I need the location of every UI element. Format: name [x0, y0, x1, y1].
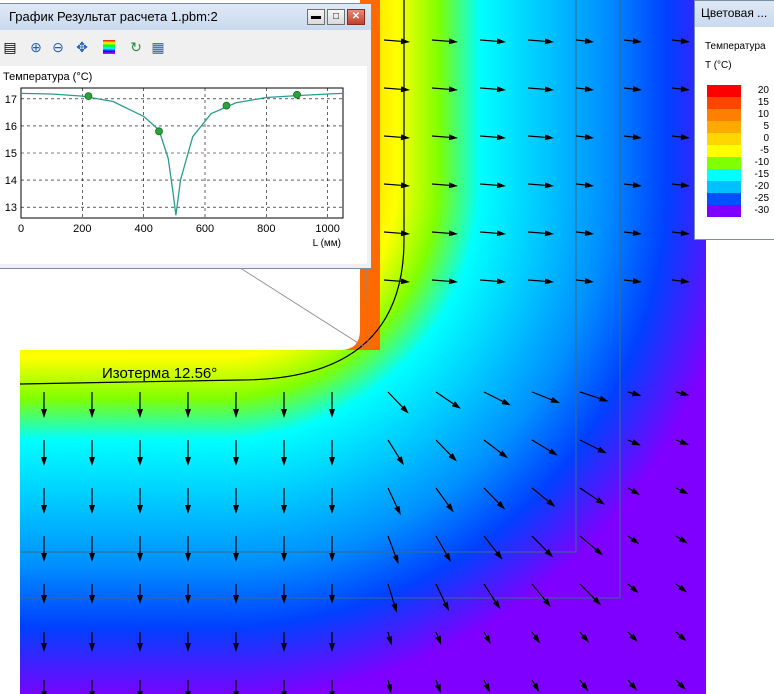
- legend-value: -25: [754, 193, 769, 204]
- legend-level: -15: [707, 169, 774, 181]
- x-tick-label: 1000: [315, 223, 339, 235]
- legend-quantity: Температура: [705, 41, 766, 52]
- legend-swatch: [707, 181, 741, 193]
- minimize-button[interactable]: ▬: [307, 9, 325, 25]
- data-point[interactable]: [222, 101, 231, 110]
- table-icon[interactable]: ▦: [149, 38, 167, 56]
- x-tick-label: 400: [134, 223, 152, 235]
- legend-title-bar[interactable]: Цветовая ...: [695, 1, 774, 27]
- legend-value: -5: [760, 145, 769, 156]
- legend-value: -20: [754, 181, 769, 192]
- legend-value: 10: [757, 109, 769, 120]
- x-axis-label: L (мм): [313, 238, 341, 249]
- legend-level: -10: [707, 157, 774, 169]
- refresh-icon[interactable]: ↻: [127, 38, 145, 56]
- graph-toolbar: ▤ ⊕ ⊖ ✥ ↻ ▦: [0, 30, 371, 66]
- legend-value: 15: [757, 97, 769, 108]
- legend-window[interactable]: Цветовая ... Температура T (°C) 20 15 10 5 0…: [694, 0, 774, 240]
- x-tick-label: 0: [18, 223, 24, 235]
- legend-swatch: [707, 169, 741, 181]
- data-point[interactable]: [293, 90, 301, 99]
- legend-swatch: [707, 133, 741, 145]
- sheet-icon[interactable]: ▤: [1, 38, 19, 56]
- zoom-in-icon[interactable]: ⊕: [27, 38, 45, 56]
- legend-swatch: [707, 109, 741, 121]
- zoom-out-icon[interactable]: ⊖: [49, 38, 67, 56]
- legend-unit: T (°C): [705, 60, 732, 71]
- legend-swatch: [707, 97, 741, 109]
- y-tick-label: 14: [5, 175, 17, 187]
- graph-window[interactable]: График Результат расчета 1.pbm:2 ▬ □ ✕ ▤…: [0, 3, 372, 269]
- x-tick-label: 200: [73, 223, 91, 235]
- legend-body: Температура T (°C) 20 15 10 5 0 -5 -10 -15 -20 -2…: [695, 27, 774, 239]
- legend-level: 15: [707, 97, 774, 109]
- legend-swatch: [707, 193, 741, 205]
- x-tick-label: 600: [196, 223, 214, 235]
- legend-level: 0: [707, 133, 774, 145]
- plot-area[interactable]: Температура (°C) 0 200 400 600 800 1000 13 14 15 1…: [0, 66, 367, 264]
- y-axis-label: Температура (°C): [3, 71, 92, 83]
- legend-level: -5: [707, 145, 774, 157]
- legend-level: -30: [707, 205, 774, 217]
- legend-window-title: Цветовая ...: [701, 6, 768, 20]
- legend-level: -25: [707, 193, 774, 205]
- legend-swatch: [707, 85, 741, 97]
- legend-value: 20: [757, 85, 769, 96]
- legend-value: -10: [754, 157, 769, 168]
- legend-value: 0: [763, 133, 769, 144]
- maximize-button[interactable]: □: [327, 9, 345, 25]
- close-button[interactable]: ✕: [347, 9, 365, 25]
- legend-swatch: [707, 121, 741, 133]
- legend-level: 5: [707, 121, 774, 133]
- legend-level: -20: [707, 181, 774, 193]
- isotherm-label: Изотерма 12.56°: [102, 365, 217, 382]
- temperature-chart: Температура (°C) 0 200 400 600 800 1000 13 14 15 1…: [3, 71, 344, 249]
- legend-value: -15: [754, 169, 769, 180]
- y-tick-label: 15: [5, 148, 17, 160]
- y-tick-label: 17: [5, 94, 17, 106]
- y-tick-label: 16: [5, 121, 17, 133]
- y-tick-label: 13: [5, 202, 17, 214]
- graph-window-title: График Результат расчета 1.pbm:2: [9, 9, 218, 24]
- legend-swatch: [707, 145, 741, 157]
- legend-level: 10: [707, 109, 774, 121]
- data-point[interactable]: [155, 127, 163, 136]
- fit-icon[interactable]: ✥: [73, 38, 91, 56]
- x-tick-label: 800: [257, 223, 275, 235]
- empty-area: [706, 240, 774, 694]
- graph-title-bar[interactable]: График Результат расчета 1.pbm:2 ▬ □ ✕: [0, 4, 371, 30]
- legend-swatch: [707, 205, 741, 217]
- palette-icon[interactable]: [103, 40, 115, 54]
- data-point[interactable]: [84, 92, 93, 101]
- legend-value: 5: [763, 121, 769, 132]
- legend-value: -30: [754, 205, 769, 216]
- legend-level: 20: [707, 85, 774, 97]
- legend-swatch: [707, 157, 741, 169]
